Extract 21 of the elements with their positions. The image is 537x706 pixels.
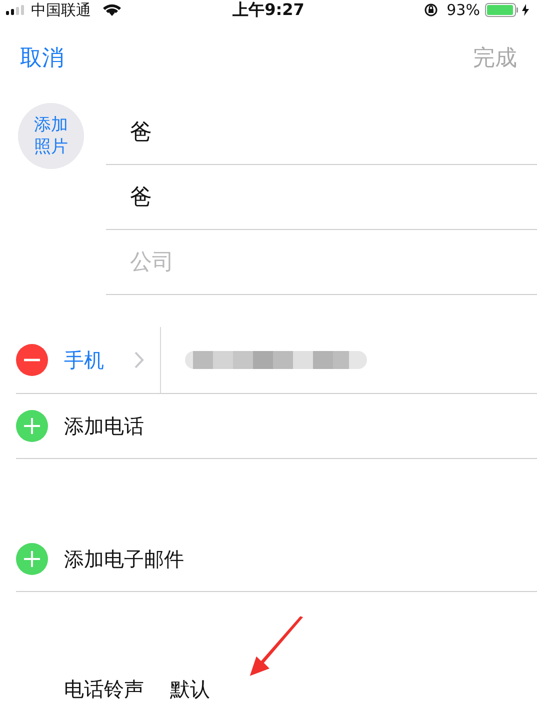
phone-label[interactable]: 手机 <box>64 346 134 374</box>
wifi-icon <box>102 3 122 17</box>
ringtone-value: 默认 <box>170 676 210 703</box>
name-field[interactable]: 爸 <box>106 120 330 144</box>
battery-charging-icon <box>484 3 531 17</box>
remove-icon[interactable] <box>16 344 48 376</box>
add-icon[interactable] <box>16 410 48 442</box>
carrier-name: 中国联通 <box>31 0 91 20</box>
status-time: 上午9:27 <box>232 0 304 20</box>
rotation-lock-icon <box>424 3 438 17</box>
chevron-icon <box>134 351 144 369</box>
add-row-label[interactable]: 添加电子邮件 <box>64 546 184 572</box>
name-field[interactable]: 爸 <box>106 184 330 210</box>
add-icon[interactable] <box>16 543 48 575</box>
signal-icon <box>6 5 26 15</box>
arrow-annotation <box>248 615 304 679</box>
name-field[interactable]: 公司 <box>106 250 330 274</box>
cancel-button[interactable]: 取消 <box>20 43 64 73</box>
battery-percent: 93% <box>446 1 480 19</box>
add-row-label[interactable]: 添加电话 <box>64 412 144 440</box>
ringtone-label[interactable]: 电话铃声 <box>64 676 144 703</box>
